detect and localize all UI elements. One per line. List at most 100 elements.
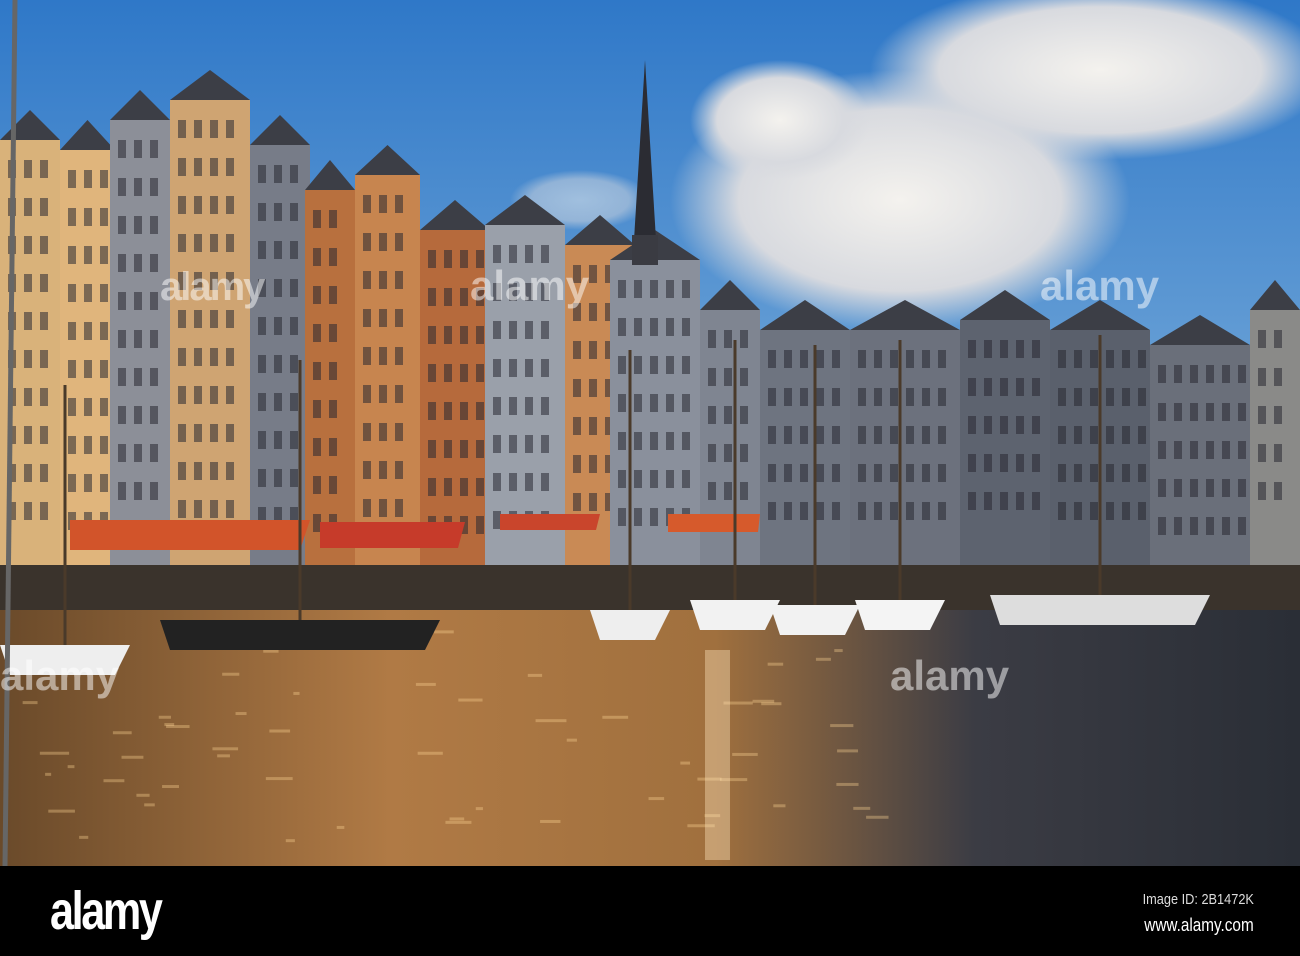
window [258,241,266,259]
window [100,170,108,188]
window [724,406,732,424]
window [40,312,48,330]
window [740,482,748,500]
window [100,474,108,492]
window [800,426,808,444]
window [1274,444,1282,462]
window [363,499,371,517]
window [768,464,776,482]
window [178,120,186,138]
window [968,416,976,434]
window [379,271,387,289]
window [890,426,898,444]
window [1274,368,1282,386]
window [1158,403,1166,421]
window [68,398,76,416]
window [428,402,436,420]
window [682,318,690,336]
window [922,388,930,406]
window [874,464,882,482]
window [1258,406,1266,424]
window [618,394,626,412]
window [541,321,549,339]
window [922,464,930,482]
window [40,236,48,254]
window [84,322,92,340]
window [874,350,882,368]
window [682,470,690,488]
window [258,317,266,335]
window [428,326,436,344]
window [1016,416,1024,434]
window [1074,464,1082,482]
window [634,280,642,298]
window [210,120,218,138]
window [922,426,930,444]
window [274,317,282,335]
window [274,393,282,411]
window [874,502,882,520]
window [363,195,371,213]
window [1190,441,1198,459]
window [922,502,930,520]
window [1090,350,1098,368]
window [724,444,732,462]
window [194,500,202,518]
window [313,286,321,304]
window [150,482,158,500]
window [329,438,337,456]
window [379,233,387,251]
window [1158,365,1166,383]
window [258,355,266,373]
window [984,454,992,472]
window [150,140,158,158]
window [118,216,126,234]
window [363,461,371,479]
watermark: alamy [160,265,266,309]
window [363,271,371,289]
window [816,350,824,368]
window [258,203,266,221]
window [650,394,658,412]
window [476,440,484,458]
window [178,158,186,176]
window [150,292,158,310]
window [573,379,581,397]
website-link[interactable]: www.alamy.com [1145,915,1254,936]
window [118,368,126,386]
window [682,280,690,298]
window [890,502,898,520]
window [210,424,218,442]
window [194,120,202,138]
window [68,322,76,340]
window [460,402,468,420]
window [134,444,142,462]
window [1122,502,1130,520]
window [1206,365,1214,383]
window [1174,403,1182,421]
window [84,246,92,264]
window [890,350,898,368]
window [1258,330,1266,348]
window [1238,479,1246,497]
window [24,388,32,406]
window [210,234,218,252]
stock-photo: alamy alamy alamy alamy alamy alamy Imag… [0,0,1300,956]
window [938,464,946,482]
window [800,388,808,406]
window [226,234,234,252]
window [134,482,142,500]
window [395,347,403,365]
window [428,478,436,496]
watermark: alamy [0,652,120,699]
window [460,364,468,382]
window [650,470,658,488]
window [150,444,158,462]
window [1016,492,1024,510]
window [784,388,792,406]
window [906,388,914,406]
window [509,321,517,339]
window [541,473,549,491]
window [1032,454,1040,472]
window [1206,403,1214,421]
